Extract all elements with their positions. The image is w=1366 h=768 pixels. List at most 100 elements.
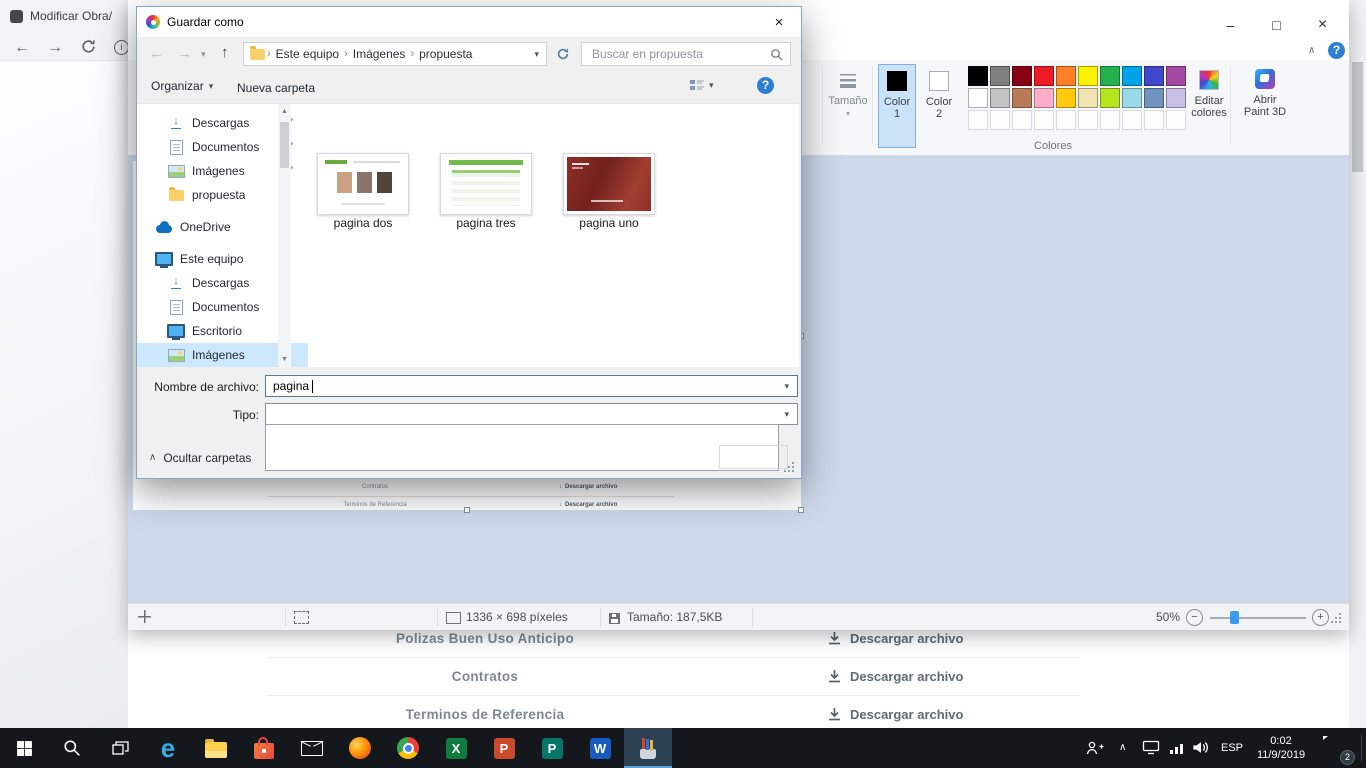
browser-scrollbar-thumb[interactable] (1352, 62, 1363, 172)
cancel-button[interactable] (719, 445, 788, 469)
breadcrumb-item[interactable]: propuesta (416, 47, 475, 61)
sidebar-item-este-equipo[interactable]: Este equipo (137, 247, 296, 271)
dialog-resize-grip[interactable] (792, 470, 794, 472)
nav-forward-icon[interactable] (177, 46, 192, 61)
taskbar-edge[interactable] (144, 728, 192, 768)
palette-swatch[interactable] (1056, 88, 1076, 108)
filetype-combobox[interactable] (265, 403, 798, 425)
palette-swatch[interactable] (1144, 88, 1164, 108)
sidebar-item-onedrive[interactable]: OneDrive (137, 215, 296, 239)
palette-swatch[interactable] (1166, 88, 1186, 108)
palette-swatch[interactable] (990, 66, 1010, 86)
taskbar-powerpoint[interactable] (480, 728, 528, 768)
nav-history-icon[interactable] (201, 50, 206, 59)
open-paint3d-button[interactable]: Abrir Paint 3D (1238, 64, 1292, 148)
palette-swatch[interactable] (1034, 88, 1054, 108)
taskbar-store[interactable] (240, 728, 288, 768)
file-thumbnail-pagina-dos[interactable] (317, 153, 409, 215)
palette-swatch[interactable] (968, 88, 988, 108)
file-thumbnail-pagina-uno[interactable] (563, 153, 655, 215)
file-thumbnail-pagina-tres[interactable] (440, 153, 532, 215)
organize-menu[interactable]: Organizar (151, 79, 213, 93)
page-info-icon[interactable] (114, 40, 129, 55)
tray-people[interactable] (1078, 728, 1112, 768)
color1-button[interactable]: Color 1 (878, 64, 916, 148)
palette-swatch[interactable] (1122, 66, 1142, 86)
start-button[interactable] (0, 728, 48, 768)
taskbar-word[interactable] (576, 728, 624, 768)
browser-tab-title[interactable]: Modificar Obra/ (30, 9, 112, 23)
paint-help-icon[interactable] (1328, 42, 1345, 59)
zoom-slider-thumb[interactable] (1230, 611, 1239, 624)
breadcrumb-item[interactable]: Imágenes (350, 47, 409, 61)
download-link[interactable]: Descargar archivo (703, 631, 963, 646)
dialog-close-button[interactable] (757, 7, 801, 37)
canvas-resize-handle[interactable] (464, 507, 470, 513)
filetype-dropdown-list[interactable] (265, 424, 779, 471)
scroll-down-icon[interactable] (281, 356, 288, 363)
taskbar-file-explorer[interactable] (192, 728, 240, 768)
taskbar-firefox[interactable] (336, 728, 384, 768)
taskbar-paint-active[interactable] (624, 728, 672, 768)
palette-swatch[interactable] (1078, 88, 1098, 108)
language-indicator[interactable]: ESP (1216, 742, 1248, 754)
palette-swatch[interactable] (1122, 88, 1142, 108)
palette-swatch[interactable] (968, 66, 988, 86)
file-label[interactable]: pagina uno (563, 216, 655, 230)
palette-swatch[interactable] (1078, 66, 1098, 86)
dialog-titlebar[interactable]: Guardar como (137, 7, 801, 37)
color2-button[interactable]: Color 2 (920, 64, 958, 148)
signal-icon[interactable] (1170, 742, 1184, 754)
taskbar-search-button[interactable] (48, 728, 96, 768)
palette-swatch[interactable] (1100, 88, 1120, 108)
file-label[interactable]: pagina dos (317, 216, 409, 230)
size-button[interactable]: Tamaño (826, 65, 870, 147)
scrollbar-thumb[interactable] (280, 122, 289, 168)
dialog-help-icon[interactable] (757, 77, 774, 94)
taskbar-mail[interactable] (288, 728, 336, 768)
download-link[interactable]: Descargar archivo (703, 669, 963, 684)
address-bar[interactable]: Este equipo Imágenes propuesta (243, 42, 547, 66)
search-input[interactable] (590, 46, 764, 62)
browser-forward-icon[interactable] (47, 40, 63, 56)
view-mode-button[interactable] (689, 78, 714, 92)
nav-back-icon[interactable] (149, 46, 164, 61)
palette-swatch[interactable] (1100, 66, 1120, 86)
chevron-down-icon[interactable] (784, 410, 789, 419)
tray-expand-icon[interactable] (1119, 743, 1126, 753)
edit-colors-button[interactable]: Editar colores (1188, 64, 1230, 148)
zoom-in-button[interactable] (1312, 609, 1329, 626)
new-folder-button[interactable]: Nueva carpeta (237, 79, 315, 97)
hide-folders-button[interactable]: Ocultar carpetas (149, 451, 251, 465)
palette-swatch[interactable] (1166, 66, 1186, 86)
palette-swatch[interactable] (1012, 66, 1032, 86)
palette-swatch[interactable] (1012, 88, 1032, 108)
breadcrumb-item[interactable]: Este equipo (273, 47, 342, 61)
sidebar-scrollbar[interactable] (278, 104, 291, 367)
taskbar-publisher[interactable] (528, 728, 576, 768)
collapse-ribbon-icon[interactable] (1308, 46, 1315, 56)
zoom-slider-track[interactable] (1210, 617, 1306, 619)
nav-up-icon[interactable] (221, 45, 229, 60)
scroll-up-icon[interactable] (281, 108, 288, 115)
download-link[interactable]: Descargar archivo (703, 707, 963, 722)
taskbar-chrome[interactable] (384, 728, 432, 768)
filename-input[interactable]: pagina (265, 375, 798, 397)
browser-reload-icon[interactable] (80, 38, 97, 60)
task-view-button[interactable] (96, 728, 144, 768)
palette-swatch[interactable] (1034, 66, 1054, 86)
volume-icon[interactable] (1192, 741, 1210, 759)
close-button[interactable] (1300, 10, 1345, 40)
minimize-button[interactable] (1208, 10, 1253, 40)
tray-clock[interactable]: 0:02 11/9/2019 (1250, 734, 1312, 762)
canvas-resize-handle[interactable] (798, 507, 804, 513)
palette-swatch[interactable] (1056, 66, 1076, 86)
network-icon[interactable] (1142, 740, 1160, 760)
browser-back-icon[interactable] (14, 40, 30, 56)
palette-swatch[interactable] (990, 88, 1010, 108)
refresh-button[interactable] (551, 42, 575, 66)
address-dropdown-icon[interactable] (534, 50, 539, 59)
chevron-down-icon[interactable] (784, 382, 789, 391)
taskbar-excel[interactable] (432, 728, 480, 768)
zoom-out-button[interactable] (1186, 609, 1203, 626)
